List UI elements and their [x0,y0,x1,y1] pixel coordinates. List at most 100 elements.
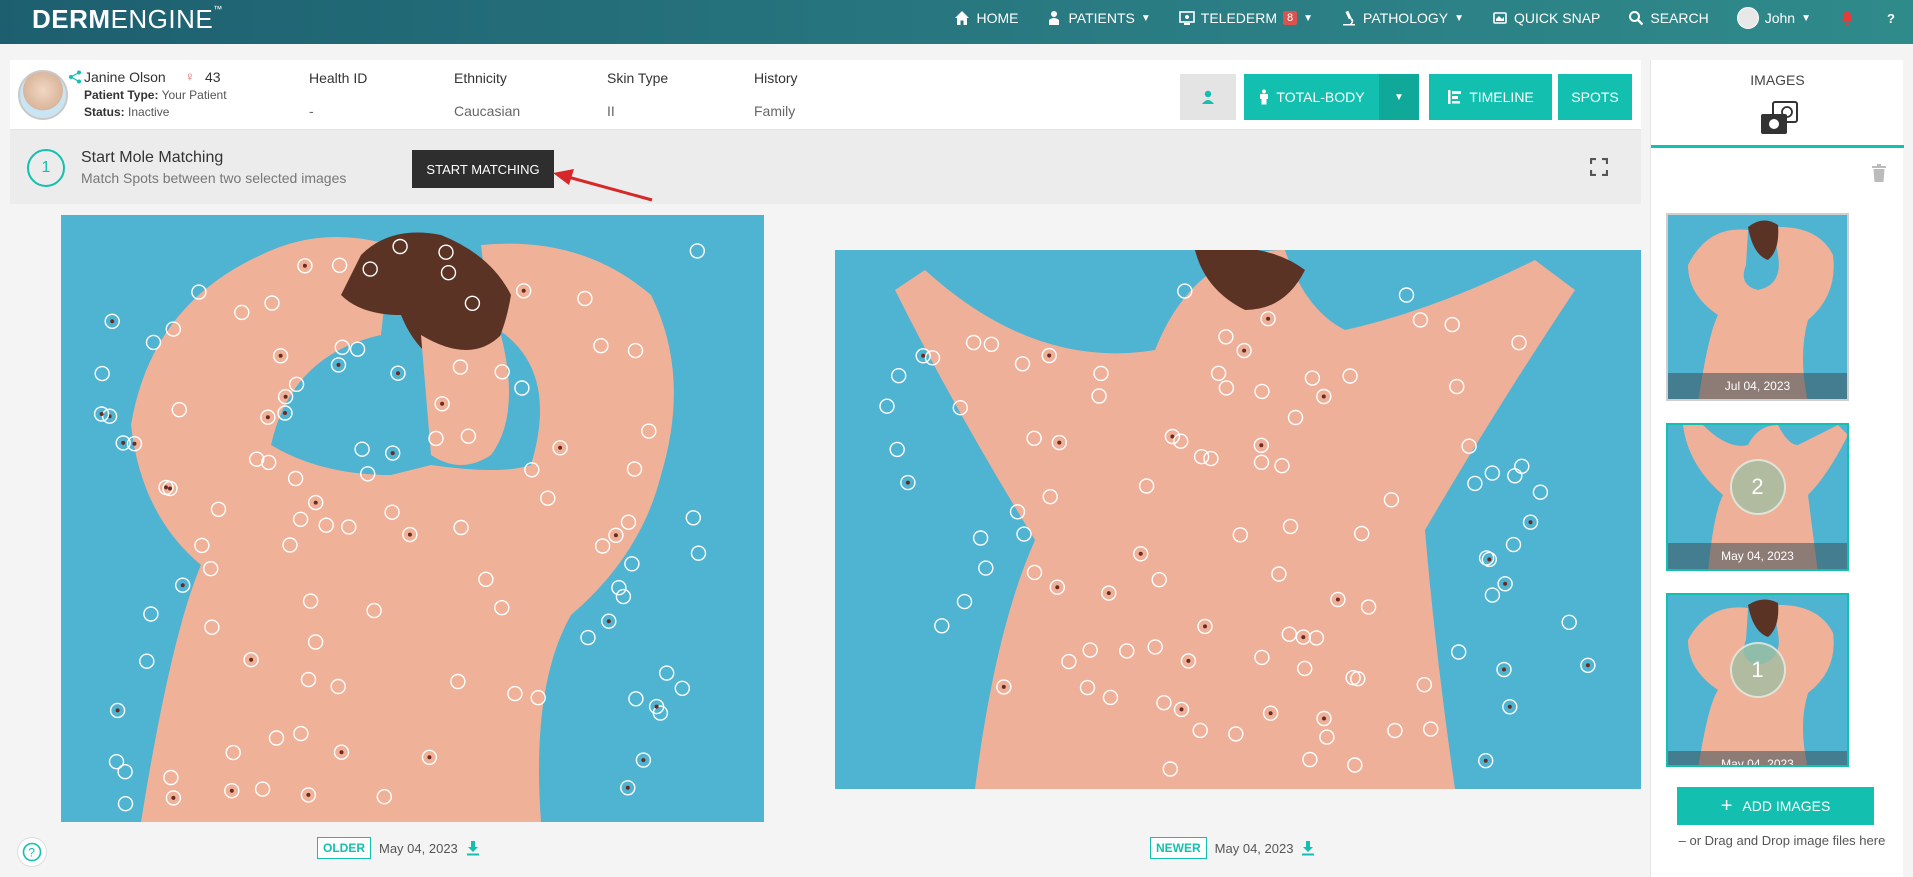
mole-marker[interactable] [438,244,454,260]
mole-marker[interactable] [1281,626,1297,642]
mole-marker[interactable] [1383,492,1400,508]
mole-marker[interactable] [530,690,546,706]
mole-marker[interactable] [1151,572,1167,588]
mole-marker[interactable] [1514,458,1530,475]
mole-marker[interactable] [191,284,207,300]
mole-marker[interactable] [254,781,271,797]
help-menu-button[interactable]: ? [1869,1,1913,35]
mole-marker[interactable] [1254,383,1270,400]
add-images-button[interactable]: + ADD IMAGES [1677,787,1874,825]
mole-marker[interactable] [163,769,179,786]
mole-marker[interactable] [1156,695,1172,711]
mole-marker[interactable] [1016,526,1032,542]
mole-marker[interactable] [1014,356,1031,372]
mole-marker[interactable] [171,401,188,418]
mole-marker[interactable] [1342,368,1358,384]
mole-marker[interactable] [139,653,155,669]
mole-marker[interactable] [934,618,950,634]
mole-marker[interactable] [349,341,366,357]
nav-pathology[interactable]: PATHOLOGY ▼ [1327,1,1478,35]
nav-patients[interactable]: PATIENTS ▼ [1032,1,1164,35]
mole-marker[interactable] [641,423,657,439]
mole-marker[interactable] [165,321,182,337]
mole-marker[interactable] [1467,475,1483,492]
mole-marker[interactable] [659,665,675,681]
mole-marker[interactable] [360,466,376,482]
mole-marker[interactable] [453,519,469,536]
mole-marker[interactable] [1484,465,1500,481]
nav-home[interactable]: HOME [940,1,1032,35]
mole-marker[interactable] [1461,438,1477,454]
mole-marker[interactable] [1218,380,1235,396]
mole-marker[interactable] [145,334,162,351]
mole-marker[interactable] [1061,653,1077,670]
mole-marker[interactable] [362,261,378,277]
download-icon[interactable] [466,840,480,856]
mole-marker[interactable] [464,295,481,312]
mole-marker[interactable] [287,470,304,487]
mole-marker[interactable] [1102,689,1119,706]
mole-marker[interactable] [514,380,530,396]
mole-marker[interactable] [627,342,644,359]
mole-marker[interactable] [690,545,707,561]
mole-marker[interactable] [194,537,210,554]
mole-marker[interactable] [924,350,941,366]
mole-marker[interactable] [392,238,408,255]
mole-marker[interactable] [1228,726,1244,742]
mole-marker[interactable] [624,556,640,572]
mole-marker[interactable] [594,538,611,554]
mole-marker[interactable] [1532,484,1549,500]
mole-marker[interactable] [376,789,392,805]
mole-marker[interactable] [628,691,644,707]
mole-marker[interactable] [965,334,982,351]
mole-marker[interactable] [1302,751,1318,768]
mole-marker[interactable] [889,441,905,458]
mole-marker[interactable] [478,571,494,587]
mole-marker[interactable] [1297,660,1313,677]
mole-marker[interactable] [282,537,298,553]
mole-marker[interactable] [1009,504,1026,520]
mole-marker[interactable] [1561,614,1577,630]
patient-name[interactable]: Janine Olson [84,69,166,85]
mole-marker[interactable] [143,606,159,622]
mole-marker[interactable] [225,744,241,761]
fullscreen-icon[interactable] [1590,158,1608,176]
mole-marker[interactable] [334,339,350,356]
mole-marker[interactable] [689,243,705,259]
mole-marker[interactable] [94,365,110,382]
camera-upload-icon[interactable] [1759,100,1801,136]
mole-marker[interactable] [288,376,305,393]
mole-marker[interactable] [354,441,370,457]
timeline-button[interactable]: TIMELINE [1429,74,1552,120]
mole-marker[interactable] [1287,409,1304,426]
nav-quick-snap[interactable]: QUICK SNAP [1478,1,1614,35]
mole-marker[interactable] [1193,448,1210,465]
mole-marker[interactable] [204,619,220,635]
share-icon[interactable] [68,70,82,84]
mole-marker[interactable] [685,510,701,526]
mole-marker[interactable] [1079,679,1096,696]
mole-marker[interactable] [674,680,690,696]
nav-search[interactable]: SEARCH [1614,1,1722,35]
notifications-button[interactable] [1825,1,1869,35]
mole-marker[interactable] [494,600,510,616]
mole-marker[interactable] [1026,564,1043,581]
mole-marker[interactable] [428,430,444,447]
mole-marker[interactable] [1484,587,1501,603]
mole-marker[interactable] [330,678,346,695]
mole-marker[interactable] [1210,365,1227,382]
mole-marker[interactable] [202,561,219,577]
trash-icon[interactable] [1871,164,1887,182]
mole-marker[interactable] [331,257,348,273]
mole-marker[interactable] [452,359,469,375]
mole-marker[interactable] [307,634,324,650]
mole-marker[interactable] [983,336,1000,353]
mole-marker[interactable] [264,295,280,311]
mole-marker[interactable] [1347,757,1363,773]
mole-marker[interactable] [1173,433,1189,449]
mole-marker[interactable] [1398,287,1415,303]
mole-marker[interactable] [1319,729,1335,745]
older-mole-markers[interactable] [61,215,764,822]
mole-marker[interactable] [292,511,309,527]
mole-marker[interactable] [1082,642,1098,658]
